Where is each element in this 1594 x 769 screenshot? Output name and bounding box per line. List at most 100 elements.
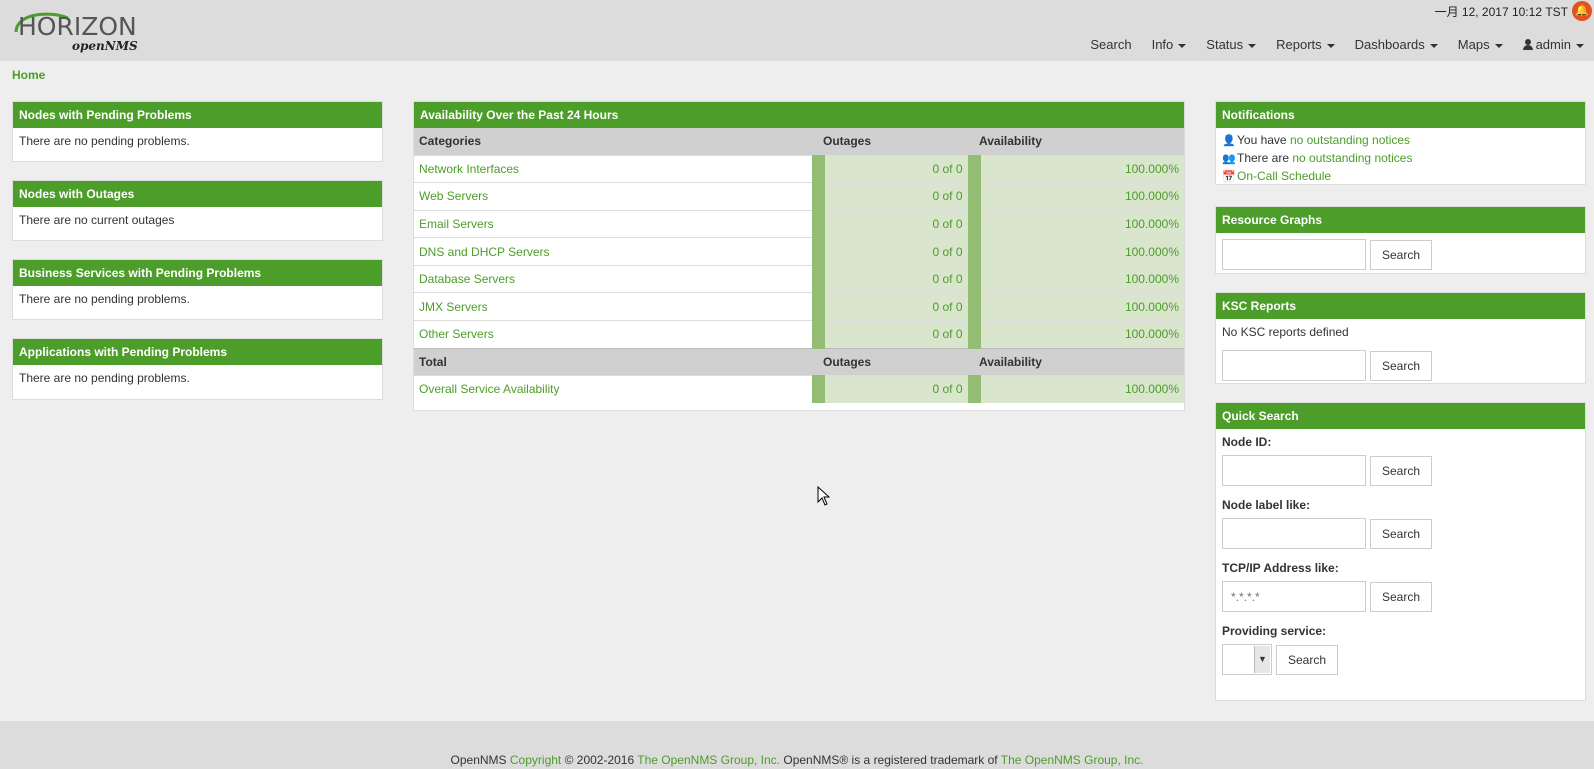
- col-outages: Outages: [818, 347, 974, 376]
- panel-message: There are no current outages: [19, 213, 175, 227]
- caret-down-icon: [1576, 43, 1584, 48]
- users-icon: 👥: [1222, 153, 1236, 165]
- nav-info[interactable]: Info: [1142, 36, 1197, 54]
- ksc-search-button[interactable]: Search: [1370, 350, 1433, 381]
- panel-message: There are no pending problems.: [19, 371, 190, 385]
- panel-message: There are no pending problems.: [19, 292, 190, 306]
- top-navbar: HORIZON openNMS 一月 12, 2017 10:12 TST 🔔 …: [0, 0, 1594, 61]
- horizon-logo[interactable]: HORIZON openNMS: [8, 8, 143, 54]
- category-link[interactable]: Web Servers: [419, 189, 488, 203]
- panel-title: Applications with Pending Problems: [13, 339, 382, 365]
- overall-availability-link[interactable]: Overall Service Availability: [419, 382, 560, 396]
- resource-graphs-input[interactable]: [1222, 239, 1366, 270]
- category-link[interactable]: Other Servers: [419, 327, 494, 341]
- availability-cell[interactable]: 100.000%: [967, 292, 1184, 321]
- availability-cell[interactable]: 100.000%: [967, 209, 1184, 238]
- outages-cell[interactable]: 0 of 0: [811, 209, 974, 238]
- table-row: Database Servers 0 of 0 100.000%: [414, 264, 1184, 293]
- node-id-search-button[interactable]: Search: [1370, 455, 1433, 486]
- panel-resource-graphs: Resource Graphs Search: [1215, 206, 1586, 274]
- oncall-line: 📅On-Call Schedule: [1222, 168, 1579, 186]
- outages-cell[interactable]: 0 of 0: [811, 154, 974, 183]
- panel-title: Notifications: [1216, 102, 1585, 128]
- availability-table: Categories Outages Availability Network …: [414, 128, 1184, 403]
- panel-nodes-pending: Nodes with Pending Problems There are no…: [12, 101, 383, 162]
- opennms-group-link-2[interactable]: The OpenNMS Group, Inc.: [1001, 753, 1144, 767]
- group-notices-line: 👥There are no outstanding notices: [1222, 150, 1579, 168]
- availability-cell[interactable]: 100.000%: [967, 374, 1184, 403]
- availability-cell[interactable]: 100.000%: [967, 237, 1184, 266]
- col-availability: Availability: [974, 347, 1184, 376]
- node-label-search-button[interactable]: Search: [1370, 518, 1433, 549]
- opennms-group-link-1[interactable]: The OpenNMS Group, Inc.: [637, 753, 780, 767]
- table-row: JMX Servers 0 of 0 100.000%: [414, 292, 1184, 321]
- nav-dashboards[interactable]: Dashboards: [1345, 36, 1448, 54]
- service-select[interactable]: ▼: [1222, 644, 1272, 675]
- panel-availability: Availability Over the Past 24 Hours Cate…: [413, 101, 1185, 411]
- category-link[interactable]: JMX Servers: [419, 300, 488, 314]
- panel-message: There are no pending problems.: [19, 134, 190, 148]
- caret-down-icon: [1326, 43, 1335, 48]
- category-link[interactable]: Email Servers: [419, 217, 494, 231]
- panel-title: Resource Graphs: [1216, 207, 1585, 233]
- caret-down-icon: [1178, 43, 1187, 48]
- category-link[interactable]: Database Servers: [419, 272, 515, 286]
- table-row: Other Servers 0 of 0 100.000%: [414, 320, 1184, 349]
- outages-cell[interactable]: 0 of 0: [811, 237, 974, 266]
- outages-cell[interactable]: 0 of 0: [811, 182, 974, 211]
- panel-ksc-reports: KSC Reports No KSC reports defined Searc…: [1215, 292, 1586, 384]
- alarm-bell-icon[interactable]: 🔔: [1572, 1, 1592, 21]
- outages-cell[interactable]: 0 of 0: [811, 264, 974, 293]
- outages-cell[interactable]: 0 of 0: [811, 292, 974, 321]
- availability-cell[interactable]: 100.000%: [967, 264, 1184, 293]
- panel-title: Nodes with Pending Problems: [13, 102, 382, 128]
- oncall-schedule-link[interactable]: On-Call Schedule: [1237, 169, 1331, 183]
- ip-address-input[interactable]: [1222, 581, 1366, 612]
- panel-title: KSC Reports: [1216, 293, 1585, 319]
- nav-status[interactable]: Status: [1196, 36, 1266, 54]
- availability-cell[interactable]: 100.000%: [967, 320, 1184, 349]
- total-header-row: Total Outages Availability: [414, 347, 1184, 376]
- outages-cell[interactable]: 0 of 0: [811, 374, 974, 403]
- table-row: Web Servers 0 of 0 100.000%: [414, 182, 1184, 211]
- panel-applications: Applications with Pending Problems There…: [12, 338, 383, 400]
- caret-down-icon: [1248, 43, 1257, 48]
- copyright-link[interactable]: Copyright: [510, 753, 561, 767]
- nav-user-menu[interactable]: admin: [1513, 36, 1594, 54]
- user-icon: 👤: [1222, 135, 1236, 147]
- node-id-input[interactable]: [1222, 455, 1366, 486]
- server-datetime: 一月 12, 2017 10:12 TST: [1434, 5, 1568, 19]
- main-nav: Search Info Status Reports Dashboards Ma…: [1080, 36, 1594, 54]
- ksc-search-input[interactable]: [1222, 350, 1366, 381]
- availability-cell[interactable]: 100.000%: [967, 154, 1184, 183]
- ip-address-search-button[interactable]: Search: [1370, 581, 1433, 612]
- col-availability: Availability: [974, 128, 1184, 155]
- group-notices-link[interactable]: no outstanding notices: [1292, 151, 1412, 165]
- table-row: Email Servers 0 of 0 100.000%: [414, 209, 1184, 238]
- resource-graphs-search-button[interactable]: Search: [1370, 239, 1433, 270]
- service-search-button[interactable]: Search: [1276, 644, 1339, 675]
- nav-reports[interactable]: Reports: [1266, 36, 1345, 54]
- col-categories: Categories: [414, 128, 818, 155]
- chevron-down-icon: ▼: [1254, 646, 1270, 673]
- node-label-input[interactable]: [1222, 518, 1366, 549]
- availability-cell[interactable]: 100.000%: [967, 182, 1184, 211]
- panel-title: Nodes with Outages: [13, 181, 382, 207]
- caret-down-icon: [1429, 43, 1438, 48]
- panel-notifications: Notifications 👤You have no outstanding n…: [1215, 101, 1586, 185]
- table-row: Network Interfaces 0 of 0 100.000%: [414, 154, 1184, 183]
- breadcrumb-home[interactable]: Home: [12, 68, 45, 82]
- page-footer: OpenNMS Copyright © 2002-2016 The OpenNM…: [0, 721, 1594, 769]
- nav-search[interactable]: Search: [1080, 36, 1141, 54]
- user-notices-link[interactable]: no outstanding notices: [1290, 133, 1410, 147]
- panel-nodes-outages: Nodes with Outages There are no current …: [12, 180, 383, 241]
- service-label: Providing service:: [1222, 624, 1327, 638]
- table-row-total: Overall Service Availability 0 of 0 100.…: [414, 374, 1184, 403]
- outages-cell[interactable]: 0 of 0: [811, 320, 974, 349]
- table-header-row: Categories Outages Availability: [414, 128, 1184, 155]
- category-link[interactable]: DNS and DHCP Servers: [419, 245, 550, 259]
- logo-text: HORIZON: [18, 12, 137, 41]
- category-link[interactable]: Network Interfaces: [419, 162, 519, 176]
- nav-maps[interactable]: Maps: [1448, 36, 1513, 54]
- user-notices-line: 👤You have no outstanding notices: [1222, 132, 1579, 150]
